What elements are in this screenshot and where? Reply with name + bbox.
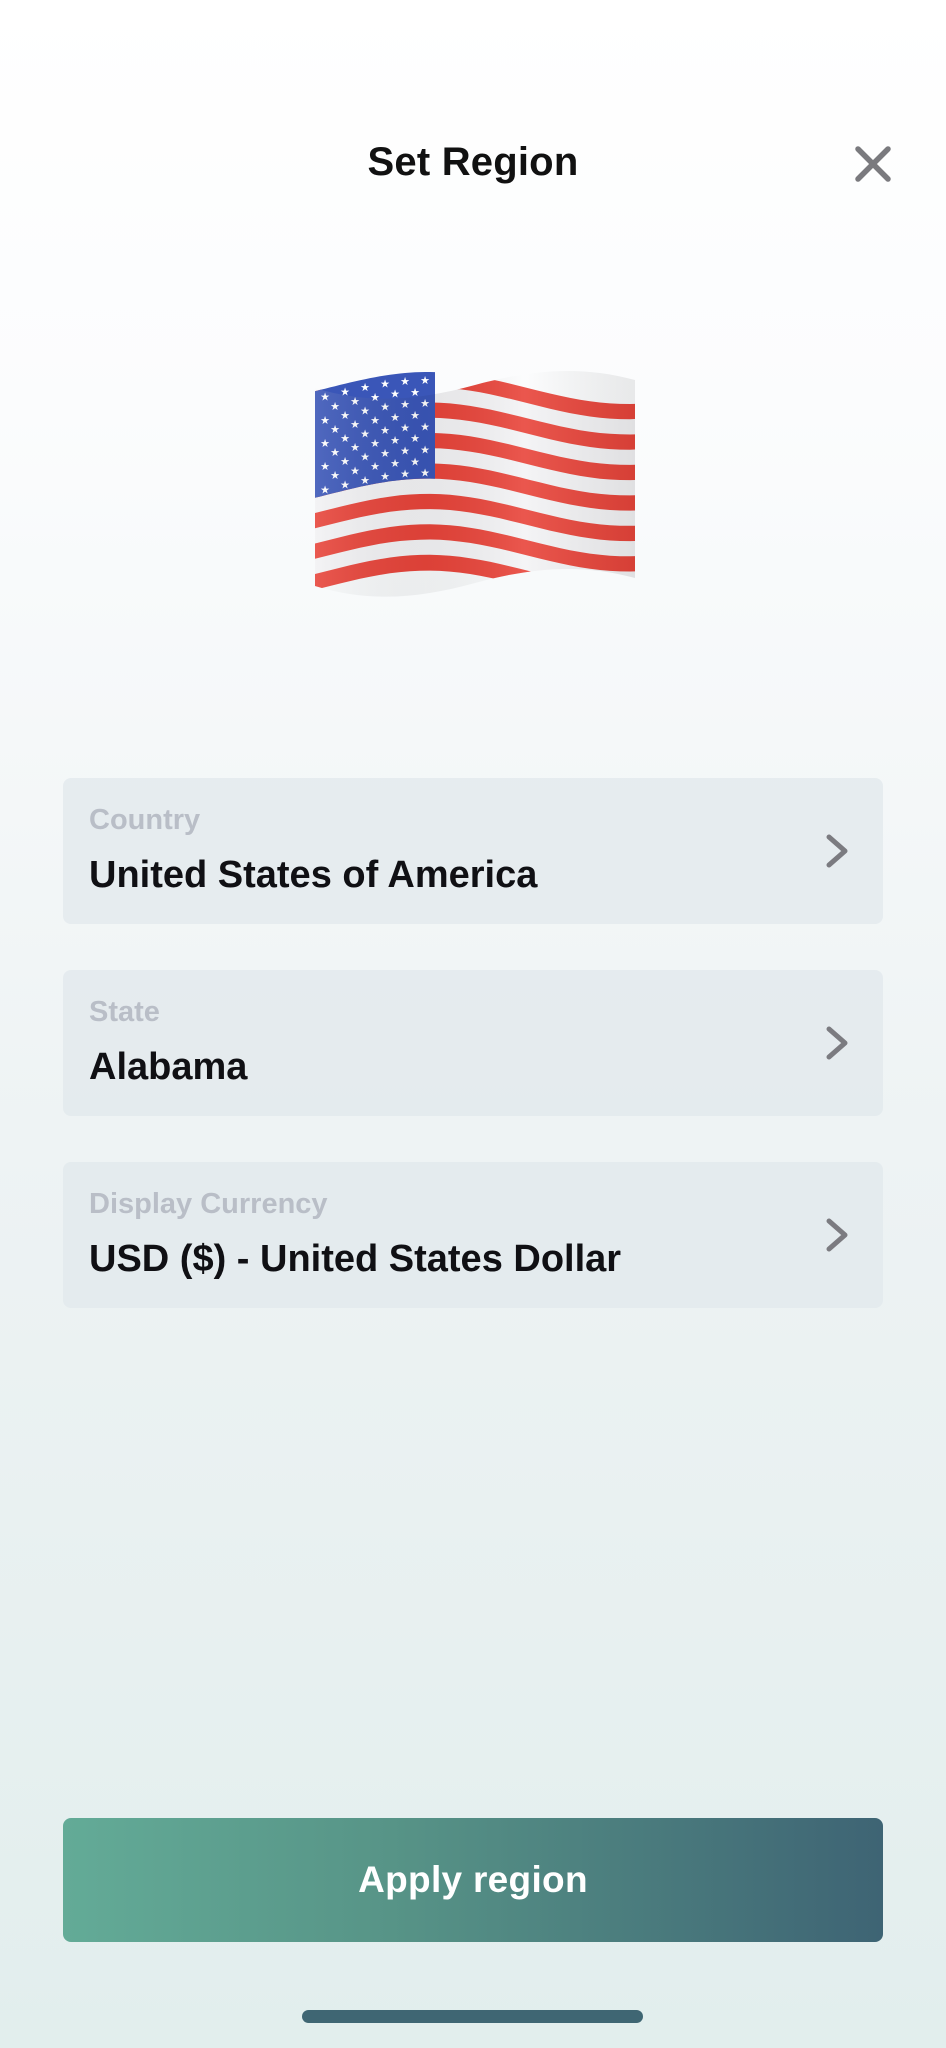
state-field[interactable]: State Alabama: [63, 970, 883, 1116]
flag-star: ★: [360, 381, 370, 394]
chevron-right-icon: [826, 1026, 848, 1060]
header: Set Region: [0, 0, 946, 330]
country-value: United States of America: [89, 854, 538, 896]
apply-region-button[interactable]: Apply region: [63, 1818, 883, 1942]
close-button[interactable]: [845, 136, 901, 192]
state-label: State: [89, 996, 160, 1028]
state-value: Alabama: [89, 1046, 248, 1088]
close-icon: [855, 146, 891, 182]
chevron-right-icon: [826, 834, 848, 868]
home-indicator: [302, 2010, 643, 2023]
page-title: Set Region: [367, 140, 579, 184]
display-currency-value: USD ($) - United States Dollar: [89, 1238, 622, 1280]
flag-star: ★: [420, 374, 430, 387]
country-field[interactable]: Country United States of America: [63, 778, 883, 924]
flag-star: ★: [400, 375, 410, 388]
flag-star: ★: [380, 377, 390, 390]
country-label: Country: [89, 804, 201, 836]
display-currency-field[interactable]: Display Currency USD ($) - United States…: [63, 1162, 883, 1308]
chevron-right-icon: [826, 1218, 848, 1252]
us-flag-icon: ★★★★★★★★★★★★★★★★★★★★★★★★★★★★★★★★★★★★★★★★…: [310, 360, 640, 610]
display-currency-label: Display Currency: [89, 1188, 328, 1220]
